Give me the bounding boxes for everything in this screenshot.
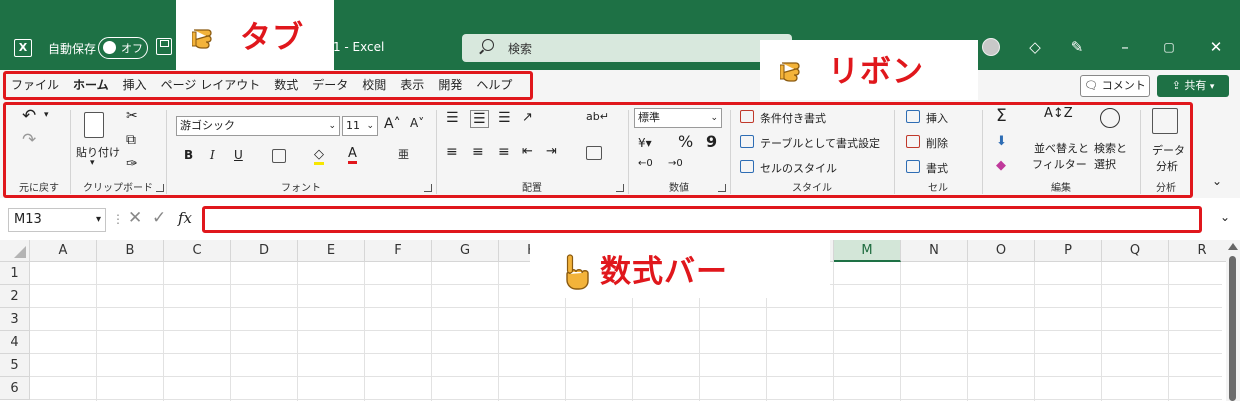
- tab-callout-label: タブ: [240, 20, 304, 56]
- pointing-hand-icon: [192, 29, 212, 49]
- column-header[interactable]: A: [30, 240, 97, 262]
- formula-input[interactable]: [202, 206, 1202, 233]
- collapse-ribbon-icon[interactable]: ⌄: [1212, 174, 1222, 188]
- restore-icon[interactable]: ▢: [1158, 36, 1180, 58]
- column-header[interactable]: N: [901, 240, 968, 262]
- column-header[interactable]: C: [164, 240, 231, 262]
- avatar[interactable]: [982, 38, 1000, 56]
- ribbon-highlight: [3, 102, 1193, 198]
- ribbon-callout-label: リボン: [828, 54, 924, 90]
- comment-label: コメント: [1101, 79, 1146, 92]
- comment-icon: 🗨: [1084, 79, 1099, 92]
- pointing-hand-icon: [780, 62, 800, 82]
- cancel-icon[interactable]: ✕: [128, 208, 142, 228]
- name-box[interactable]: M13 ▾: [8, 208, 106, 232]
- column-header[interactable]: F: [365, 240, 432, 262]
- excel-icon: X: [14, 39, 32, 57]
- scroll-up-icon[interactable]: [1228, 243, 1238, 250]
- column-header[interactable]: O: [968, 240, 1035, 262]
- search-box[interactable]: 検索: [462, 34, 792, 62]
- row-header[interactable]: 2: [0, 285, 30, 308]
- search-icon: [482, 39, 494, 51]
- column-header[interactable]: E: [298, 240, 365, 262]
- document-title: k1 - Excel: [326, 40, 385, 54]
- row-header[interactable]: 1: [0, 262, 30, 285]
- vertical-scrollbar[interactable]: [1226, 240, 1240, 401]
- more-options-icon[interactable]: ⋮: [112, 212, 124, 226]
- chevron-down-icon: ▾: [1209, 82, 1215, 92]
- minimize-icon[interactable]: –: [1114, 36, 1136, 58]
- search-placeholder: 検索: [508, 42, 533, 56]
- autosave-state: オフ: [121, 42, 143, 55]
- column-header[interactable]: B: [97, 240, 164, 262]
- close-icon[interactable]: ✕: [1205, 36, 1227, 58]
- enter-icon[interactable]: ✓: [152, 208, 166, 228]
- column-header[interactable]: Q: [1102, 240, 1169, 262]
- pen-icon[interactable]: ✎: [1066, 36, 1088, 58]
- name-box-value: M13: [14, 212, 42, 227]
- scroll-thumb[interactable]: [1229, 256, 1236, 401]
- column-header[interactable]: G: [432, 240, 499, 262]
- tab-highlight: [3, 71, 533, 100]
- row-header[interactable]: 4: [0, 331, 30, 354]
- autosave-label: 自動保存: [48, 42, 97, 56]
- insert-function-icon[interactable]: fx: [178, 209, 192, 227]
- column-header[interactable]: M: [834, 240, 901, 262]
- pointing-hand-icon: [566, 254, 589, 290]
- share-label: 共有: [1184, 79, 1207, 92]
- share-button[interactable]: ⇪ 共有 ▾: [1157, 75, 1229, 97]
- expand-formula-icon[interactable]: ⌄: [1220, 210, 1230, 224]
- comment-button[interactable]: 🗨 コメント: [1080, 75, 1150, 97]
- select-all-corner[interactable]: [0, 240, 30, 262]
- toggle-knob-icon: [103, 41, 116, 54]
- column-header[interactable]: D: [231, 240, 298, 262]
- save-icon[interactable]: [156, 38, 172, 55]
- autosave-toggle[interactable]: オフ: [98, 37, 148, 59]
- row-header[interactable]: 6: [0, 377, 30, 400]
- share-icon: ⇪: [1171, 79, 1181, 92]
- chevron-down-icon: ▾: [95, 214, 101, 225]
- column-header[interactable]: P: [1035, 240, 1102, 262]
- diamond-icon[interactable]: ◇: [1024, 36, 1046, 58]
- row-header[interactable]: 3: [0, 308, 30, 331]
- row-header[interactable]: 5: [0, 354, 30, 377]
- formula-callout-label: 数式バー: [600, 254, 728, 290]
